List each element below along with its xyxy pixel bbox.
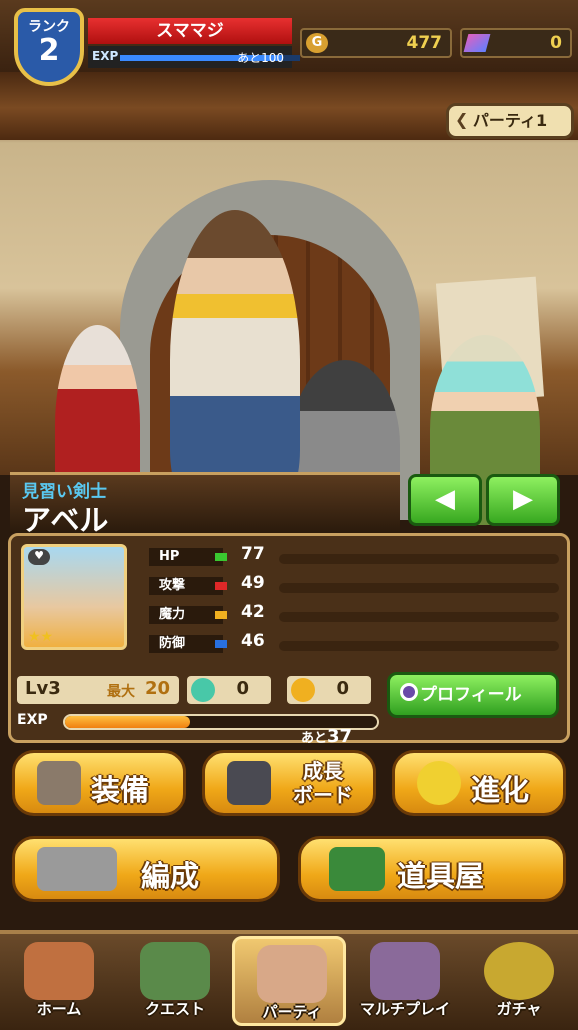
stat-row: 攻撃 49 bbox=[149, 573, 561, 599]
profile-button[interactable]: プロフィール bbox=[387, 672, 559, 718]
stat-color-cap bbox=[215, 553, 227, 561]
growth-board-button[interactable]: 成長 ボード bbox=[202, 750, 376, 816]
stat-label: 魔力 bbox=[149, 606, 223, 624]
max-level-label: 最大 bbox=[107, 684, 135, 700]
sword-icon bbox=[37, 761, 81, 805]
gem-value: 0 bbox=[550, 33, 562, 53]
stat-label: 防御 bbox=[149, 635, 223, 653]
evolve-label: 進化 bbox=[471, 773, 530, 807]
stat-color-cap bbox=[215, 611, 227, 619]
stat-track bbox=[279, 583, 559, 593]
medal-counter: 0 bbox=[287, 676, 371, 704]
party-label: パーティ1 bbox=[472, 111, 548, 130]
house-icon bbox=[24, 942, 94, 1000]
board-icon bbox=[227, 761, 271, 805]
gold-medal-icon bbox=[291, 678, 315, 702]
player-exp-bar: EXP あと100 bbox=[88, 46, 300, 68]
nav-home-label: ホーム bbox=[36, 1000, 82, 1018]
item-shop-button[interactable]: 道具屋 bbox=[298, 836, 566, 902]
party-icon bbox=[257, 945, 327, 1003]
goblin-icon bbox=[140, 942, 210, 1000]
star-count: 0 bbox=[236, 678, 249, 699]
weapons-icon bbox=[37, 847, 117, 891]
stat-track bbox=[279, 641, 559, 651]
star-counter: 0 bbox=[187, 676, 271, 704]
nav-multiplay[interactable]: マルチプレイ bbox=[348, 936, 462, 1026]
gacha-silhouette-icon bbox=[484, 942, 554, 1000]
stat-value: 46 bbox=[241, 631, 265, 651]
formation-label: 編成 bbox=[141, 859, 200, 893]
stat-value: 49 bbox=[241, 573, 265, 593]
stat-track bbox=[279, 554, 559, 564]
exp-remaining-value: 37 bbox=[327, 726, 353, 747]
stat-row: 防御 46 bbox=[149, 631, 561, 657]
equip-button[interactable]: 装備 bbox=[12, 750, 186, 816]
character-exp-remaining: あと37 bbox=[301, 726, 352, 747]
party-selector[interactable]: ❮ パーティ1 bbox=[446, 103, 574, 139]
stat-value: 42 bbox=[241, 602, 265, 622]
stat-track bbox=[279, 612, 559, 622]
gold-bag-icon: G bbox=[306, 33, 328, 53]
magnifier-icon bbox=[400, 683, 418, 701]
gem-icon bbox=[463, 34, 491, 52]
bear-icon bbox=[370, 942, 440, 1000]
rank-value: 2 bbox=[38, 33, 60, 68]
rank-badge: ランク 2 bbox=[14, 8, 84, 86]
chevron-left-icon: ❮ bbox=[455, 110, 469, 129]
character-exp-label: EXP bbox=[17, 712, 48, 728]
character-portrait[interactable]: ♥ ★★ bbox=[21, 544, 127, 650]
bottom-navigation: ホーム クエスト パーティ マルチプレイ ガチャ bbox=[0, 930, 578, 1030]
star-icon bbox=[417, 761, 461, 805]
profile-button-label: プロフィール bbox=[420, 685, 522, 705]
item-shop-label: 道具屋 bbox=[397, 859, 485, 893]
growth-board-label: 成長 ボード bbox=[281, 759, 365, 807]
nav-quest[interactable]: クエスト bbox=[118, 936, 232, 1026]
equip-label: 装備 bbox=[91, 773, 150, 807]
character-exp-fill bbox=[65, 716, 190, 728]
stat-label: HP bbox=[149, 548, 223, 566]
rarity-stars: ★★ bbox=[28, 629, 54, 645]
shop-sign-icon bbox=[329, 847, 385, 891]
stat-row: 魔力 42 bbox=[149, 602, 561, 628]
growth-board-label-line1: 成長 bbox=[303, 759, 343, 783]
stat-label: 攻撃 bbox=[149, 577, 223, 595]
exp-remaining-prefix: あと bbox=[301, 731, 328, 746]
player-exp-label: EXP bbox=[92, 49, 119, 63]
stat-color-cap bbox=[215, 640, 227, 648]
nav-gacha-label: ガチャ bbox=[496, 1000, 542, 1018]
nav-party-label: パーティ bbox=[262, 1003, 322, 1021]
next-character-button[interactable]: ▶ bbox=[486, 474, 560, 526]
growth-board-label-line2: ボード bbox=[293, 783, 353, 807]
max-level-value: 20 bbox=[145, 678, 171, 699]
star-medal-icon bbox=[191, 678, 215, 702]
stat-color-cap bbox=[215, 582, 227, 590]
nav-gacha[interactable]: ガチャ bbox=[462, 936, 576, 1026]
player-exp-remaining: あと100 bbox=[237, 51, 284, 65]
nav-multiplay-label: マルチプレイ bbox=[359, 1000, 450, 1018]
formation-button[interactable]: 編成 bbox=[12, 836, 280, 902]
character-name-panel: 見習い剣士 アベル bbox=[10, 472, 400, 537]
nav-party[interactable]: パーティ bbox=[232, 936, 346, 1026]
gem-counter[interactable]: 0 bbox=[460, 28, 572, 58]
nav-quest-label: クエスト bbox=[144, 1000, 205, 1018]
party-member-hero[interactable] bbox=[170, 210, 300, 510]
prev-character-button[interactable]: ◀ bbox=[408, 474, 482, 526]
nav-home[interactable]: ホーム bbox=[2, 936, 116, 1026]
stat-row: HP 77 bbox=[149, 544, 561, 570]
favorite-heart-icon[interactable]: ♥ bbox=[28, 549, 50, 565]
gold-value: 477 bbox=[406, 33, 443, 53]
character-level: Lv3 bbox=[25, 678, 61, 699]
stat-value: 77 bbox=[241, 544, 265, 564]
gold-counter: G 477 bbox=[300, 28, 452, 58]
evolve-button[interactable]: 進化 bbox=[392, 750, 566, 816]
player-name: スママジ bbox=[88, 18, 292, 44]
medal-count: 0 bbox=[336, 678, 349, 699]
level-box: Lv3 最大 20 bbox=[17, 676, 179, 704]
character-stats-panel: ♥ ★★ HP 77 攻撃 49 魔力 42 防御 46 Lv3 最大 20 0 0 プロフィ… bbox=[8, 533, 570, 747]
